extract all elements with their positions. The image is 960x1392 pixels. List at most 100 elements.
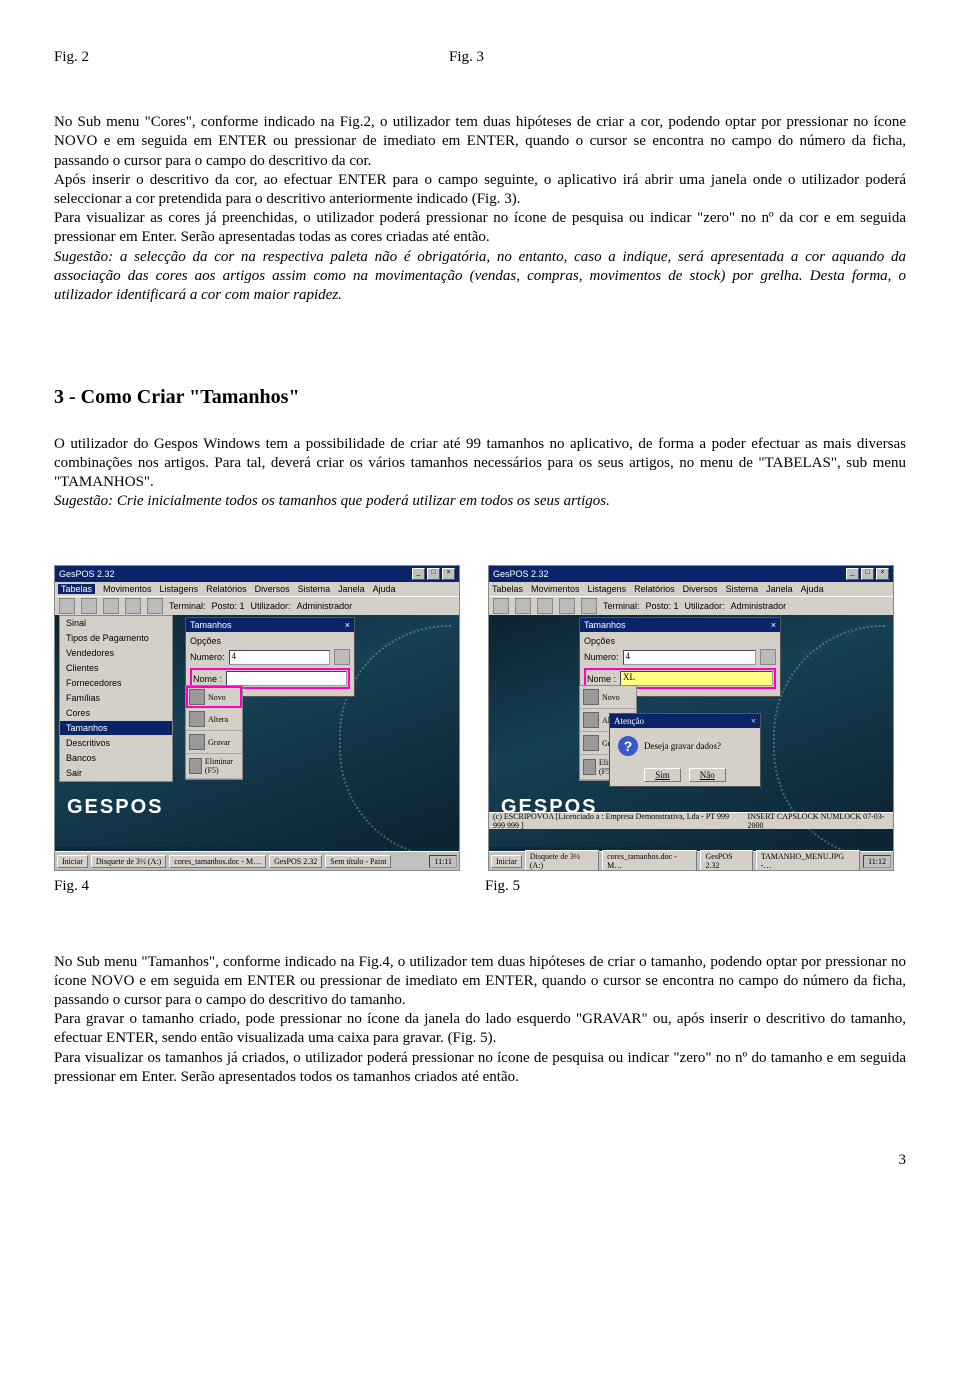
paragraph-3: Para visualizar as cores já preenchidas,… [54,209,906,247]
menu-sistema[interactable]: Sistema [298,584,331,594]
toolbar-icon[interactable] [103,598,119,614]
menu-diversos[interactable]: Diversos [255,584,290,594]
menu-janela[interactable]: Janela [338,584,365,594]
paragraph-9: Para visualizar os tamanhos já criados, … [54,1049,906,1087]
menu-sistema[interactable]: Sistema [726,584,759,594]
novo-button[interactable]: Novo [186,686,242,708]
maximize-button[interactable]: □ [861,568,874,580]
dropdown-item-sair[interactable]: Sair [60,766,172,781]
minimize-button[interactable]: _ [846,568,859,580]
maximize-button[interactable]: □ [427,568,440,580]
menu-janela[interactable]: Janela [766,584,793,594]
taskbar-item[interactable]: GesPOS 2.32 [269,855,322,868]
eliminar-icon [583,759,596,775]
taskbar-item[interactable]: cores_tamanhos.doc - M… [169,855,266,868]
taskbar-item[interactable]: TAMANHO_MENU.JPG -… [756,850,860,871]
toolbar-terminal-label: Terminal: [603,601,640,611]
alert-close-icon[interactable]: × [751,716,756,726]
search-icon[interactable] [334,649,350,665]
toolbar-utilizador-label: Utilizador: [685,601,725,611]
dropdown-item-bancos[interactable]: Bancos [60,751,172,766]
gravar-icon [189,734,205,750]
toolbar-admin-label: Administrador [731,601,787,611]
toolbar-icon[interactable] [515,598,531,614]
menu-listagens[interactable]: Listagens [588,584,627,594]
toolbar-icon[interactable] [581,598,597,614]
minimize-button[interactable]: _ [412,568,425,580]
taskbar-item[interactable]: GesPOS 2.32 [700,850,752,871]
app-body: Tamanhos × Opções Numero: 4 Nome : XL [489,615,893,847]
menu-tabelas[interactable]: Tabelas [492,584,523,594]
tabelas-dropdown: Sinal Tipos de Pagamento Vendedores Clie… [59,615,173,782]
numero-label: Numero: [584,652,619,662]
gravar-button[interactable]: Gravar [186,731,242,754]
altera-icon [189,711,205,727]
toolbar-icon[interactable] [493,598,509,614]
menu-diversos[interactable]: Diversos [683,584,718,594]
question-icon: ? [618,736,638,756]
toolbar-icon[interactable] [81,598,97,614]
dropdown-item-familias[interactable]: Famílias [60,691,172,706]
toolbar-icon[interactable] [125,598,141,614]
gravar-icon [583,735,599,751]
gespos-logo: GESPOS [67,796,163,819]
toolbar-icon[interactable] [59,598,75,614]
menu-ajuda[interactable]: Ajuda [373,584,396,594]
nome-input[interactable]: XL [620,671,773,686]
dropdown-item-tipospag[interactable]: Tipos de Pagamento [60,631,172,646]
toolbar-icon[interactable] [537,598,553,614]
menu-movimentos[interactable]: Movimentos [103,584,152,594]
toolbar-icon[interactable] [147,598,163,614]
dropdown-item-cores[interactable]: Cores [60,706,172,721]
menu-relatorios[interactable]: Relatórios [206,584,247,594]
novo-button[interactable]: Novo [580,686,636,709]
menu-relatorios[interactable]: Relatórios [634,584,675,594]
eliminar-button[interactable]: Eliminar (F5) [186,754,242,779]
alert-yes-button[interactable]: Sim [644,768,681,782]
opcoes-label: Opções [584,636,776,646]
dialog-close-icon[interactable]: × [771,620,776,630]
menu-movimentos[interactable]: Movimentos [531,584,580,594]
dropdown-item-sinal[interactable]: Sinal [60,616,172,631]
alert-no-button[interactable]: Não [689,768,726,782]
alert-title: Atenção [614,716,644,726]
nome-label: Nome : [193,674,222,684]
dialog-titlebar: Tamanhos × [186,618,354,632]
close-button[interactable]: × [876,568,889,580]
numero-input[interactable]: 4 [229,650,330,665]
taskbar-item[interactable]: cores_tamanhos.doc - M… [602,850,697,871]
window-titlebar: GesPOS 2.32 _ □ × [55,566,459,582]
paragraph-6: Sugestão: Crie inicialmente todos os tam… [54,492,906,511]
paragraph-5: O utilizador do Gespos Windows tem a pos… [54,435,906,493]
screenshots-row: GesPOS 2.32 _ □ × Tabelas Movimentos Lis… [54,565,906,871]
taskbar-item[interactable]: Sem título - Paint [325,855,391,868]
dropdown-item-descritivos[interactable]: Descritivos [60,736,172,751]
close-button[interactable]: × [442,568,455,580]
start-button[interactable]: Iniciar [491,855,522,868]
taskbar-item[interactable]: Disquete de 3½ (A:) [91,855,166,868]
menu-ajuda[interactable]: Ajuda [801,584,824,594]
menubar: Tabelas Movimentos Listagens Relatórios … [55,582,459,596]
taskbar: Iniciar Disquete de 3½ (A:) cores_tamanh… [55,851,459,870]
menubar: Tabelas Movimentos Listagens Relatórios … [489,582,893,596]
dropdown-item-tamanhos[interactable]: Tamanhos [60,721,172,736]
toolbar-icon[interactable] [559,598,575,614]
taskbar-clock: 11:12 [863,855,891,868]
fig4-label: Fig. 4 [54,877,89,896]
dropdown-item-clientes[interactable]: Clientes [60,661,172,676]
nome-input[interactable] [226,671,347,686]
paragraph-2: Após inserir o descritivo da cor, ao efe… [54,171,906,209]
taskbar-item[interactable]: Disquete de 3½ (A:) [525,850,599,871]
start-button[interactable]: Iniciar [57,855,88,868]
altera-button[interactable]: Altera [186,708,242,731]
dialog-close-icon[interactable]: × [345,620,350,630]
dropdown-item-fornecedores[interactable]: Fornecedores [60,676,172,691]
menu-tabelas[interactable]: Tabelas [58,584,95,594]
dropdown-item-vendedores[interactable]: Vendedores [60,646,172,661]
numero-input[interactable]: 4 [623,650,756,665]
novo-icon [583,689,599,705]
paragraph-4: Sugestão: a selecção da cor na respectiv… [54,248,906,306]
search-icon[interactable] [760,649,776,665]
screenshot-fig4: GesPOS 2.32 _ □ × Tabelas Movimentos Lis… [54,565,460,871]
menu-listagens[interactable]: Listagens [160,584,199,594]
